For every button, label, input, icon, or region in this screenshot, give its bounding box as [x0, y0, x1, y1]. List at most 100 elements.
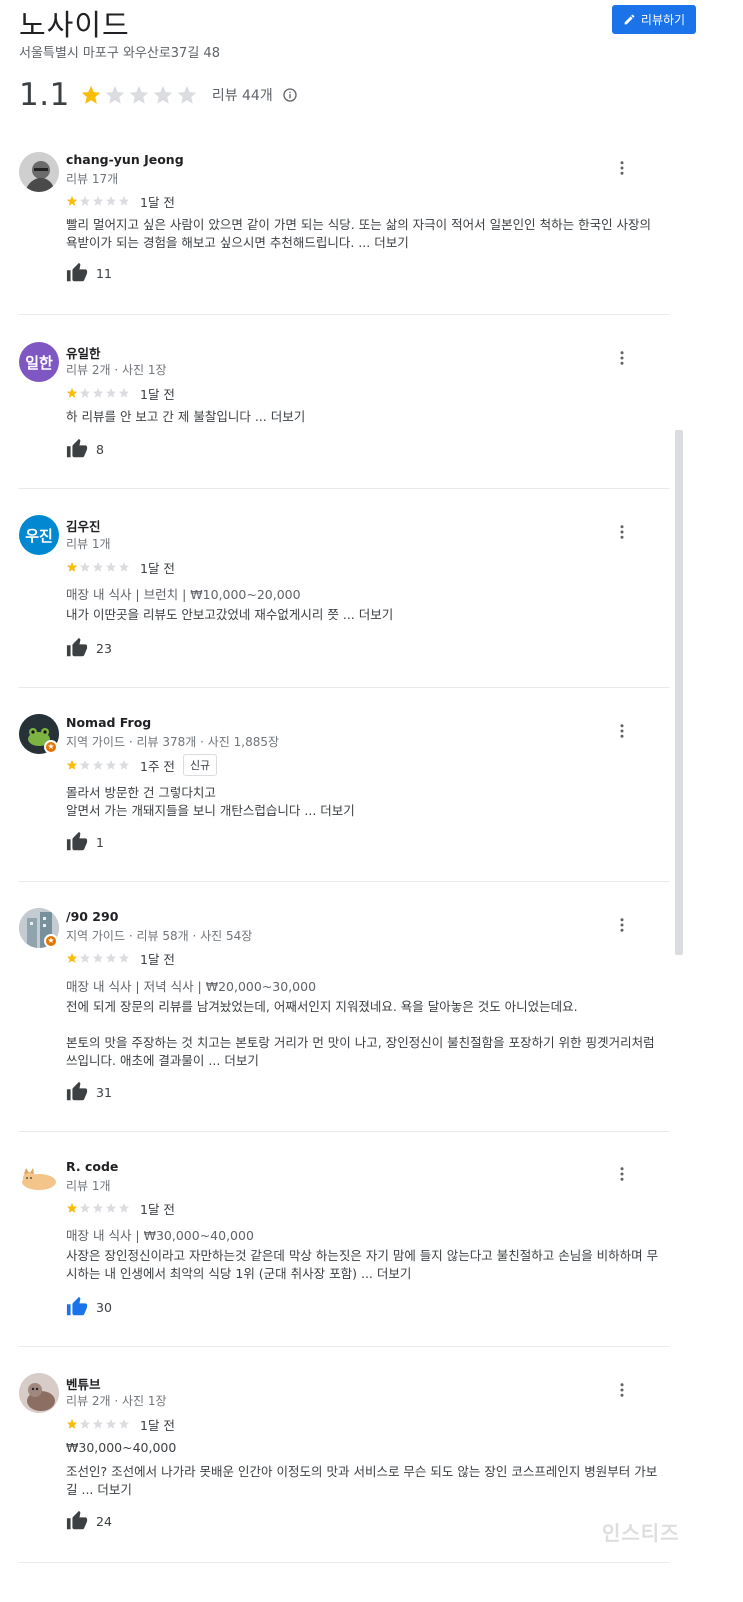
- pet-photo-icon: [19, 1373, 59, 1413]
- place-address: 서울특별시 마포구 와우산로37길 48: [19, 46, 220, 61]
- star-icon: [106, 760, 116, 770]
- star-icon: [93, 196, 103, 206]
- star-icon: [93, 953, 103, 963]
- review-time: 1달 전: [140, 194, 175, 210]
- review-more-options-button[interactable]: [612, 915, 632, 935]
- review-more-options-button[interactable]: [612, 1164, 632, 1184]
- review-text-body: 빨리 멀어지고 싶은 사람이 았으면 같이 가면 되는 식당. 또는 삶의 자극…: [66, 217, 652, 250]
- review-more-options-button[interactable]: [612, 1380, 632, 1400]
- write-review-button[interactable]: 리뷰하기: [612, 5, 696, 34]
- review-star-rating: [66, 561, 130, 573]
- write-review-label: 리뷰하기: [640, 13, 686, 27]
- review-star-rating: [66, 1202, 130, 1214]
- like-count: 11: [96, 265, 112, 281]
- review-star-rating: [66, 1418, 130, 1430]
- review-more-options-button[interactable]: [612, 158, 632, 178]
- star-icon: [80, 1203, 90, 1213]
- more-vert-icon: [620, 351, 624, 365]
- reviewer-name[interactable]: 김우진: [66, 516, 101, 535]
- star-icon: [177, 85, 196, 104]
- review-rating-row: 1달 전: [66, 1416, 175, 1433]
- meal-info: 매장 내 식사 | ₩30,000~40,000: [66, 1228, 254, 1243]
- reviewer-avatar[interactable]: [19, 1158, 59, 1198]
- like-button[interactable]: 24: [66, 1510, 112, 1532]
- review-time: 1달 전: [140, 1417, 175, 1433]
- reviewer-avatar[interactable]: [19, 152, 59, 192]
- like-count: 1: [96, 834, 104, 850]
- review-time: 1달 전: [140, 386, 175, 402]
- like-count: 31: [96, 1084, 112, 1100]
- read-more-link[interactable]: 더보기: [377, 1266, 412, 1281]
- meal-info: ₩30,000~40,000: [66, 1440, 177, 1455]
- more-vert-icon: [620, 724, 624, 738]
- like-button[interactable]: 1: [66, 831, 104, 853]
- read-more-link[interactable]: 더보기: [97, 1482, 132, 1497]
- star-icon: [67, 196, 77, 206]
- review-text: 조선인? 조선에서 나가라 못배운 인간아 이정도의 맛과 서비스로 무슨 되도…: [66, 1463, 666, 1499]
- review-text-body: 사장은 장인정신이라고 자만하는것 같은데 막상 하는짓은 자기 맘에 들지 않…: [66, 1248, 659, 1281]
- like-count: 23: [96, 640, 112, 656]
- total-review-count[interactable]: 리뷰 44개: [212, 85, 273, 105]
- reviewer-name[interactable]: 벤튜브: [66, 1374, 101, 1393]
- reviewer-name[interactable]: R. code: [66, 1159, 118, 1174]
- place-title: 노사이드: [19, 8, 130, 42]
- reviewer-avatar[interactable]: [19, 1373, 59, 1413]
- review-time: 1달 전: [140, 1201, 175, 1217]
- scrollbar-thumb[interactable]: [675, 430, 683, 955]
- review-more-options-button[interactable]: [612, 348, 632, 368]
- star-icon: [80, 562, 90, 572]
- star-icon: [80, 760, 90, 770]
- review-text: 전에 되게 장문의 리뷰를 남겨놨었는데, 어째서인지 지워졌네요. 욕을 달아…: [66, 998, 666, 1070]
- like-count: 30: [96, 1299, 112, 1315]
- review-paragraph: 전에 되게 장문의 리뷰를 남겨놨었는데, 어째서인지 지워졌네요. 욕을 달아…: [66, 999, 578, 1014]
- reviewer-name[interactable]: /90 290: [66, 909, 118, 924]
- thumbs-up-icon: [66, 1296, 88, 1316]
- like-button[interactable]: 8: [66, 438, 104, 460]
- review-more-options-button[interactable]: [612, 522, 632, 542]
- review-rating-row: 1주 전 신규: [66, 754, 218, 776]
- reviewer-avatar[interactable]: 일한: [19, 342, 59, 382]
- average-rating: 1.1: [19, 77, 70, 113]
- pencil-icon: [624, 14, 635, 25]
- reviewer-name[interactable]: Nomad Frog: [66, 715, 151, 730]
- read-more-link[interactable]: 더보기: [320, 803, 355, 818]
- more-vert-icon: [620, 1167, 624, 1181]
- reviewer-name[interactable]: 유일한: [66, 343, 101, 362]
- average-star-rating: [80, 84, 198, 106]
- star-icon: [153, 85, 172, 104]
- star-icon: [106, 196, 116, 206]
- star-icon: [93, 562, 103, 572]
- reviewer-meta: 리뷰 1개: [66, 1179, 111, 1193]
- read-more-link[interactable]: 더보기: [271, 409, 306, 424]
- reviewer-name[interactable]: chang-yun Jeong: [66, 152, 184, 167]
- review-more-options-button[interactable]: [612, 721, 632, 741]
- star-icon: [119, 953, 129, 963]
- like-button[interactable]: 31: [66, 1081, 112, 1103]
- star-icon: [80, 196, 90, 206]
- like-count: 24: [96, 1513, 112, 1529]
- read-more-link[interactable]: 더보기: [374, 235, 409, 250]
- like-button[interactable]: 23: [66, 637, 112, 659]
- reviewer-avatar[interactable]: 우진: [19, 515, 59, 555]
- star-icon: [106, 953, 116, 963]
- thumbs-up-icon: [66, 637, 88, 657]
- reviewer-meta: 지역 가이드 · 리뷰 58개 · 사진 54장: [66, 929, 253, 943]
- info-icon[interactable]: [282, 87, 298, 103]
- like-button[interactable]: 11: [66, 262, 112, 284]
- thumbs-up-icon: [66, 262, 88, 282]
- review-paragraph: 본토의 맛을 주장하는 것 치고는 본토랑 거리가 먼 맛이 나고, 장인정신이…: [66, 1034, 666, 1070]
- like-button[interactable]: 30: [66, 1296, 112, 1318]
- review-time: 1주 전: [140, 758, 175, 774]
- local-guide-badge-icon: ★: [44, 740, 58, 754]
- read-more-link[interactable]: 더보기: [224, 1053, 259, 1068]
- star-icon: [67, 562, 77, 572]
- read-more-link[interactable]: 더보기: [359, 607, 394, 622]
- like-count: 8: [96, 441, 104, 457]
- more-vert-icon: [620, 1383, 624, 1397]
- review-divider: [19, 1562, 669, 1563]
- reviewer-meta: 리뷰 17개: [66, 172, 119, 186]
- review-star-rating: [66, 952, 130, 964]
- star-icon: [106, 1203, 116, 1213]
- review-divider: [19, 1346, 669, 1347]
- star-icon: [93, 1203, 103, 1213]
